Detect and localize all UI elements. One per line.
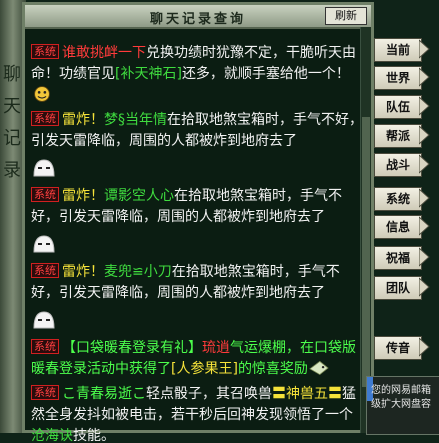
message-text-segment: 雷炸！ xyxy=(62,112,104,128)
bird-emoji xyxy=(309,360,329,376)
tab-arrow-icon xyxy=(419,337,430,357)
tab-arrow-icon xyxy=(419,277,430,297)
system-tag-badge: 系统 xyxy=(31,385,59,400)
message-text-segment: 技能。 xyxy=(73,428,115,443)
message-text-segment: 〓神兽五〓 xyxy=(272,386,342,402)
mail-notification-popup[interactable]: 您的网易邮箱 级扩大网盘容 xyxy=(366,376,439,435)
tab-channel[interactable]: 帮派 xyxy=(374,124,422,148)
scroll-glyph: 天 xyxy=(3,96,21,117)
message-text-segment[interactable]: 沧海诀 xyxy=(31,428,73,443)
message-text-segment[interactable]: 的惊喜奖励 xyxy=(238,361,308,377)
system-tag-badge: 系统 xyxy=(31,339,59,354)
tab-arrow-icon xyxy=(419,96,430,116)
tab-channel[interactable]: 传音 xyxy=(374,336,422,360)
system-tag-badge: 系统 xyxy=(31,187,59,202)
chat-message: 系统 こ青春易逝こ轻点骰子，其召唤兽〓神兽五〓猛然全身发抖如被电击，若干秒后回神发… xyxy=(31,384,366,443)
ghost-emoji xyxy=(33,159,55,177)
tab-channel[interactable]: 队伍 xyxy=(374,95,422,119)
system-tag-badge: 系统 xyxy=(31,263,59,278)
popup-line-1: 您的网易邮箱 xyxy=(371,385,431,396)
scroll-glyph: 聊 xyxy=(3,64,21,85)
tab-arrow-icon xyxy=(419,67,430,87)
tab-channel[interactable]: 祝福 xyxy=(374,246,422,270)
message-text-segment[interactable]: こ青春易逝こ xyxy=(62,386,146,402)
system-tag-badge: 系统 xyxy=(31,111,59,126)
window-title: 聊天记录查询 xyxy=(149,12,246,27)
chat-message: 系统 雷炸！麦兜≌小刀在拾取地煞宝箱时，手气不好，引发天雷降临，周围的人都被炸到地… xyxy=(31,262,366,304)
window-titlebar[interactable]: 聊天记录查询 刷新 xyxy=(25,5,371,29)
scroll-glyph: 录 xyxy=(3,160,21,181)
tab-arrow-icon xyxy=(419,39,430,59)
refresh-button[interactable]: 刷新 xyxy=(325,7,367,25)
tab-channel[interactable]: 信息 xyxy=(374,215,422,239)
message-text-segment[interactable]: 谭影空人心 xyxy=(104,188,174,204)
message-text-segment[interactable]: 【口袋暖春登录有礼】 xyxy=(62,340,202,356)
tab-channel[interactable]: 战斗 xyxy=(374,153,422,177)
tab-arrow-icon xyxy=(419,154,430,174)
chat-message: 系统 【口袋暖春登录有礼】琉逍气运爆棚，在口袋版暖春登录活动中获得了[人参果王]的… xyxy=(31,338,366,380)
scroll-glyph: 记 xyxy=(3,128,21,149)
tab-arrow-icon xyxy=(419,188,430,208)
system-tag-badge: 系统 xyxy=(31,44,59,59)
tab-channel[interactable]: 世界 xyxy=(374,66,422,90)
message-text-segment: 雷炸！ xyxy=(62,188,104,204)
tab-arrow-icon xyxy=(419,247,430,267)
message-text-segment[interactable]: 梦§当年情 xyxy=(104,112,167,128)
chat-message-list: 系统 谁敢挑衅一下兑换功绩时犹豫不定，干脆听天由命！功绩官见[补天神石]还多，就顺… xyxy=(31,43,366,443)
message-text-segment[interactable]: 麦兜≌小刀 xyxy=(104,264,172,280)
chat-message: 系统 谁敢挑衅一下兑换功绩时犹豫不定，干脆听天由命！功绩官见[补天神石]还多，就顺… xyxy=(31,43,366,106)
tab-arrow-icon xyxy=(419,125,430,145)
tab-channel[interactable]: 当前 xyxy=(374,38,422,62)
message-text-segment: 还多，就顺手塞给他一个！ xyxy=(181,66,350,82)
popup-line-2: 级扩大网盘容 xyxy=(371,399,431,410)
message-text-segment: 轻点骰子，其召唤兽 xyxy=(146,386,272,402)
message-text-segment: 琉逍 xyxy=(202,340,230,356)
message-text-segment[interactable]: [补天神石] xyxy=(115,66,182,82)
chat-message: 系统 雷炸！梦§当年情在拾取地煞宝箱时，手气不好，引发天雷降临，周围的人都被炸到地… xyxy=(31,110,366,152)
ghost-emoji xyxy=(33,311,55,329)
message-text-segment: [人参果王] xyxy=(171,361,238,377)
chat-message: 系统 雷炸！谭影空人心在拾取地煞宝箱时，手气不好，引发天雷降临，周围的人都被炸到地… xyxy=(31,186,366,228)
ghost-emoji xyxy=(33,235,55,253)
tab-channel[interactable]: 系统 xyxy=(374,187,422,211)
message-text-segment: 谁敢挑衅一下 xyxy=(62,45,146,61)
message-text-segment: 雷炸！ xyxy=(62,264,104,280)
smile-emoji xyxy=(34,86,50,102)
tab-channel[interactable]: 团队 xyxy=(374,276,422,300)
tab-arrow-icon xyxy=(419,216,430,236)
